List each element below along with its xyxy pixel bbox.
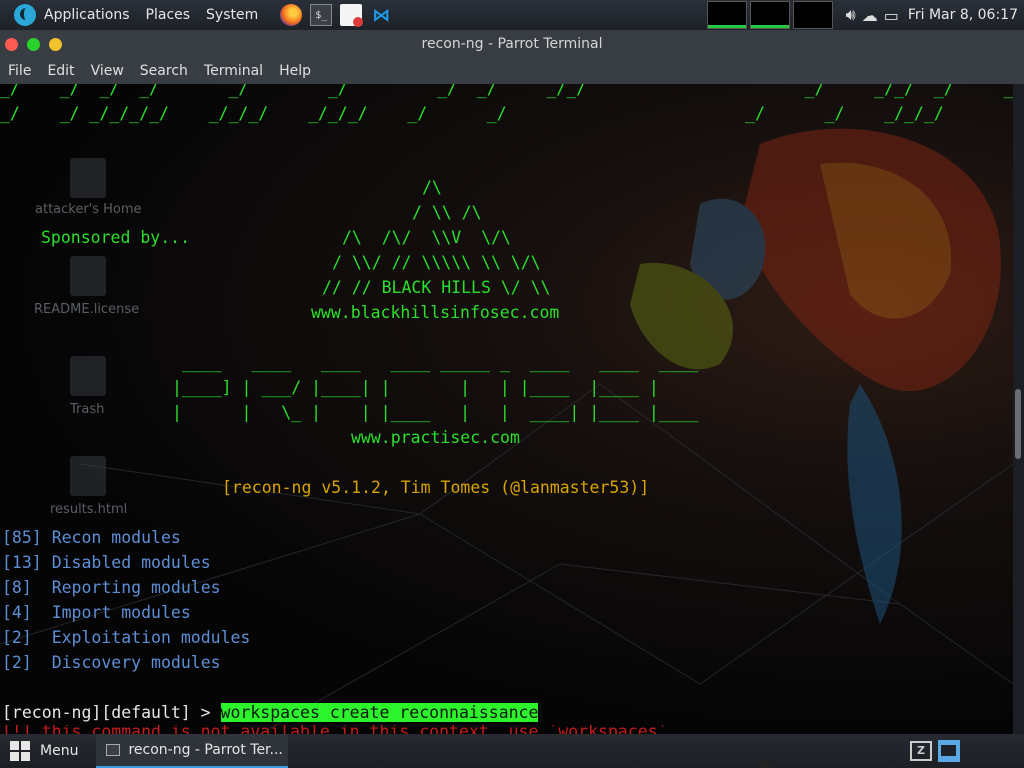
network-monitor[interactable] xyxy=(792,1,833,29)
system-menu[interactable]: System xyxy=(198,0,266,30)
bhis-url: www.blackhillsinfosec.com xyxy=(311,303,560,322)
module-label: Recon modules xyxy=(51,528,181,547)
top-panel: Applications Places System $_ ⋈ 🔊︎ ☁ ▭ F… xyxy=(0,0,1024,30)
applications-menu[interactable]: Applications xyxy=(0,0,138,30)
show-desktop-icon[interactable] xyxy=(938,740,960,762)
clock[interactable]: Fri Mar 8, 06:17 xyxy=(908,7,1018,23)
applications-label: Applications xyxy=(44,7,130,23)
taskbar-window-label: recon-ng - Parrot Ter... xyxy=(128,742,283,758)
cpu-monitor[interactable] xyxy=(706,1,747,29)
desktop-icon-label: results.html xyxy=(50,502,128,517)
module-count: [2] xyxy=(2,628,32,647)
recon-ng-prompt: [recon-ng][default] > xyxy=(2,703,221,722)
module-count: [85] xyxy=(2,528,42,547)
display-icon[interactable]: ▭ xyxy=(884,6,899,25)
module-count-line: [4] Import modules xyxy=(2,600,191,625)
practisec-url: www.practisec.com xyxy=(351,428,520,447)
command-input-text[interactable]: workspaces create reconnaissance xyxy=(220,703,539,722)
text-editor-launcher-icon[interactable] xyxy=(340,4,364,27)
sponsored-label: Sponsored by... xyxy=(41,228,191,247)
vscode-launcher-icon[interactable]: ⋈ xyxy=(370,4,392,26)
close-window-button[interactable] xyxy=(5,37,18,51)
home-folder-icon xyxy=(70,158,106,198)
file-icon xyxy=(70,256,106,296)
terminal-icon xyxy=(106,744,121,756)
module-count-line: [2] Discovery modules xyxy=(2,650,221,675)
module-count: [2] xyxy=(2,653,32,672)
module-count: [8] xyxy=(2,578,32,597)
maximize-window-button[interactable] xyxy=(27,37,40,51)
places-menu[interactable]: Places xyxy=(138,0,199,30)
bhis-art-line: /\ xyxy=(422,178,442,197)
command-line[interactable]: [recon-ng][default] > workspaces create … xyxy=(2,700,539,725)
version-line: [recon-ng v5.1.2, Tim Tomes (@lanmaster5… xyxy=(222,478,650,497)
taskbar-window-button[interactable]: recon-ng - Parrot Ter... xyxy=(96,734,289,768)
terminal-scrollbar[interactable] xyxy=(1013,84,1024,734)
minimize-window-button[interactable] xyxy=(49,37,62,51)
terminal-menubar: File Edit View Search Terminal Help xyxy=(0,58,1024,84)
menu-label: Menu xyxy=(40,743,79,759)
system-monitors xyxy=(706,1,833,29)
archive-manager-icon[interactable]: Z xyxy=(910,741,932,761)
desktop-icon-label: README.license xyxy=(34,302,140,317)
module-count-line: [8] Reporting modules xyxy=(2,575,221,600)
volume-icon[interactable]: 🔊︎ xyxy=(846,5,856,25)
html-file-icon xyxy=(70,456,106,496)
memory-monitor[interactable] xyxy=(749,1,790,29)
practisec-art-line: |____] | ___/ |____| | | | |____ |____ | xyxy=(172,378,659,397)
grid-menu-icon xyxy=(10,741,30,761)
module-label: Discovery modules xyxy=(51,653,221,672)
module-count: [13] xyxy=(2,553,42,572)
menu-file[interactable]: File xyxy=(0,58,39,84)
scrollbar-thumb[interactable] xyxy=(1015,389,1021,459)
error-output-line: [!] this command is not available in thi… xyxy=(2,725,707,734)
practisec-art-line: | | \_ | | |____ | | ____| |____ |____ xyxy=(172,403,699,422)
module-count-line: [13] Disabled modules xyxy=(2,550,211,575)
menu-terminal[interactable]: Terminal xyxy=(196,58,271,84)
module-label: Disabled modules xyxy=(51,553,211,572)
terminal-launcher-icon[interactable]: $_ xyxy=(310,4,333,26)
desktop-icon-label: Trash xyxy=(70,402,105,417)
firefox-launcher-icon[interactable] xyxy=(280,4,303,26)
terminal-output[interactable]: attacker's Home README.license Trash res… xyxy=(0,84,1013,734)
menu-search[interactable]: Search xyxy=(132,58,196,84)
window-title: recon-ng - Parrot Terminal xyxy=(421,36,603,52)
module-count: [4] xyxy=(2,603,32,622)
parrot-logo-icon xyxy=(14,4,36,26)
module-label: Exploitation modules xyxy=(51,628,251,647)
system-tray: Z xyxy=(910,740,960,762)
bhis-art-line: / \\/ // \\\\\ \\ \/\ xyxy=(332,253,541,272)
bottom-panel: Menu recon-ng - Parrot Ter... Z xyxy=(0,734,1024,768)
bhis-art-line: /\ /\/ \\V \/\ xyxy=(342,228,511,247)
menu-view[interactable]: View xyxy=(83,58,132,84)
menu-help[interactable]: Help xyxy=(271,58,319,84)
network-icon[interactable]: ☁ xyxy=(862,6,878,25)
trash-icon xyxy=(70,356,106,396)
bhis-art-line: / \\ /\ xyxy=(412,203,482,222)
banner-line: _/ _/ _/_/_/_/ _/_/_/ _/_/_/ _/ _/ _/ _/… xyxy=(0,104,944,123)
module-count-line: [85] Recon modules xyxy=(2,525,181,550)
menu-edit[interactable]: Edit xyxy=(39,58,82,84)
module-label: Reporting modules xyxy=(51,578,221,597)
module-count-line: [2] Exploitation modules xyxy=(2,625,250,650)
desktop-icon-label: attacker's Home xyxy=(35,202,142,217)
window-titlebar[interactable]: recon-ng - Parrot Terminal xyxy=(0,30,1024,58)
bhis-art-line: // // BLACK HILLS \/ \\ xyxy=(322,278,551,297)
menu-button[interactable]: Menu xyxy=(0,734,88,768)
module-label: Import modules xyxy=(51,603,191,622)
practisec-art-line: ____ ____ ____ ____ _____ _ ____ ____ __… xyxy=(172,353,699,372)
banner-line: _/ _/ _/ _/ _/ _/ _/ _/ _/_/ _/ _/_/ _/ … xyxy=(0,84,1013,98)
